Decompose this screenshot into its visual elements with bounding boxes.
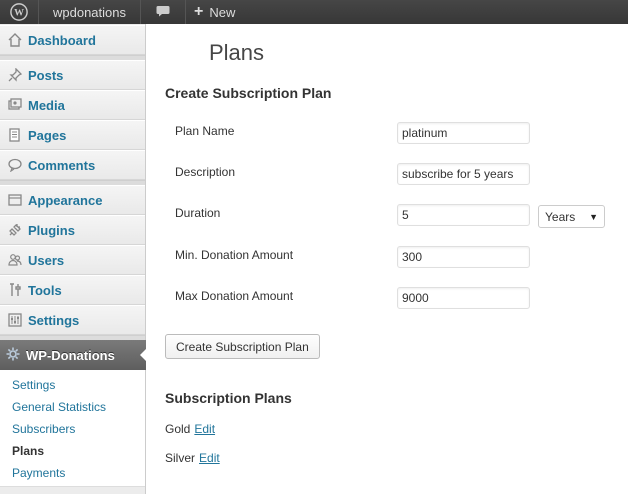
sidebar-item-posts[interactable]: Posts <box>0 60 145 90</box>
plan-name-input[interactable] <box>397 122 530 144</box>
dropdown-arrow-icon: ▼ <box>589 211 598 222</box>
submenu-item-payments[interactable]: Payments <box>12 466 65 480</box>
wordpress-logo-icon[interactable]: W <box>0 0 39 24</box>
plugin-icon <box>6 221 24 239</box>
sidebar-item-label: Media <box>28 97 65 113</box>
sidebar-item-settings[interactable]: Settings <box>0 305 145 335</box>
tools-icon <box>6 281 24 299</box>
max-amount-input[interactable] <box>397 287 530 309</box>
min-amount-input[interactable] <box>397 246 530 268</box>
min-amount-label: Min. Donation Amount <box>175 248 294 262</box>
submenu-item-plans[interactable]: Plans <box>12 444 44 458</box>
sidebar-item-label: Posts <box>28 67 64 83</box>
wp-donations-submenu: Settings General Statistics Subscribers … <box>0 370 145 487</box>
sidebar-item-label: Tools <box>28 282 62 298</box>
sidebar-item-label: Dashboard <box>28 32 96 48</box>
create-plan-heading: Create Subscription Plan <box>165 85 332 101</box>
sidebar-item-label: Users <box>28 252 65 268</box>
sidebar-item-dashboard[interactable]: Dashboard <box>0 25 145 55</box>
plan-name-label: Plan Name <box>175 124 235 138</box>
plan-row: Gold Edit <box>165 422 215 436</box>
site-name-link[interactable]: wpdonations <box>39 0 141 24</box>
subscription-plans-heading: Subscription Plans <box>165 390 292 406</box>
plan-name: Silver <box>165 451 196 465</box>
sidebar-item-label: Appearance <box>28 192 103 208</box>
sidebar-item-label: Pages <box>28 127 67 143</box>
description-label: Description <box>175 165 236 179</box>
sidebar-item-users[interactable]: Users <box>0 245 145 275</box>
pin-icon <box>6 66 24 84</box>
comments-button[interactable] <box>141 0 186 24</box>
svg-text:W: W <box>14 8 24 19</box>
page-title: Plans <box>209 40 265 65</box>
plan-name: Gold <box>165 422 191 436</box>
sidebar-item-appearance[interactable]: Appearance <box>0 185 145 215</box>
new-content-button[interactable]: + New <box>186 0 243 24</box>
sidebar-item-comments[interactable]: Comments <box>0 150 145 180</box>
sidebar-active-label: WP-Donations <box>26 347 115 363</box>
submenu-item-settings[interactable]: Settings <box>12 378 55 392</box>
appearance-icon <box>6 191 24 209</box>
comment-bubble-icon <box>156 5 170 20</box>
admin-bar: W wpdonations + New <box>0 0 628 24</box>
users-icon <box>6 251 24 269</box>
sidebar-item-label: Comments <box>28 157 96 173</box>
plus-icon: + <box>194 3 204 20</box>
duration-label: Duration <box>175 206 221 220</box>
duration-unit-value: Years <box>545 209 576 224</box>
plan-row: Silver Edit <box>165 451 220 465</box>
sidebar-item-tools[interactable]: Tools <box>0 275 145 305</box>
max-amount-label: Max Donation Amount <box>175 289 294 303</box>
edit-plan-link[interactable]: Edit <box>199 451 220 465</box>
dashboard-icon <box>6 31 24 49</box>
sidebar-item-wp-donations[interactable]: WP-Donations <box>0 340 147 370</box>
edit-plan-link[interactable]: Edit <box>194 422 215 436</box>
pages-icon <box>6 126 24 144</box>
sidebar-item-media[interactable]: Media <box>0 90 145 120</box>
duration-input[interactable] <box>397 204 530 226</box>
comment-icon <box>6 156 24 174</box>
sidebar-item-plugins[interactable]: Plugins <box>0 215 145 245</box>
main-content: Plans Create Subscription Plan Plan Name… <box>146 24 628 494</box>
submenu-item-subscribers[interactable]: Subscribers <box>12 422 75 436</box>
gear-icon <box>6 347 20 364</box>
sidebar-item-label: Settings <box>28 312 80 328</box>
description-input[interactable] <box>397 163 530 185</box>
sidebar-item-label: Plugins <box>28 222 75 238</box>
site-name: wpdonations <box>53 4 126 20</box>
create-plan-button[interactable]: Create Subscription Plan <box>165 334 320 359</box>
media-icon <box>6 96 24 114</box>
new-label: New <box>209 4 236 20</box>
admin-sidebar: Dashboard Posts Media Pages Comments App… <box>0 24 147 494</box>
submenu-item-general-statistics[interactable]: General Statistics <box>12 400 106 414</box>
sidebar-item-pages[interactable]: Pages <box>0 120 145 150</box>
duration-unit-select[interactable]: Years ▼ <box>538 205 605 228</box>
settings-icon <box>6 311 24 329</box>
